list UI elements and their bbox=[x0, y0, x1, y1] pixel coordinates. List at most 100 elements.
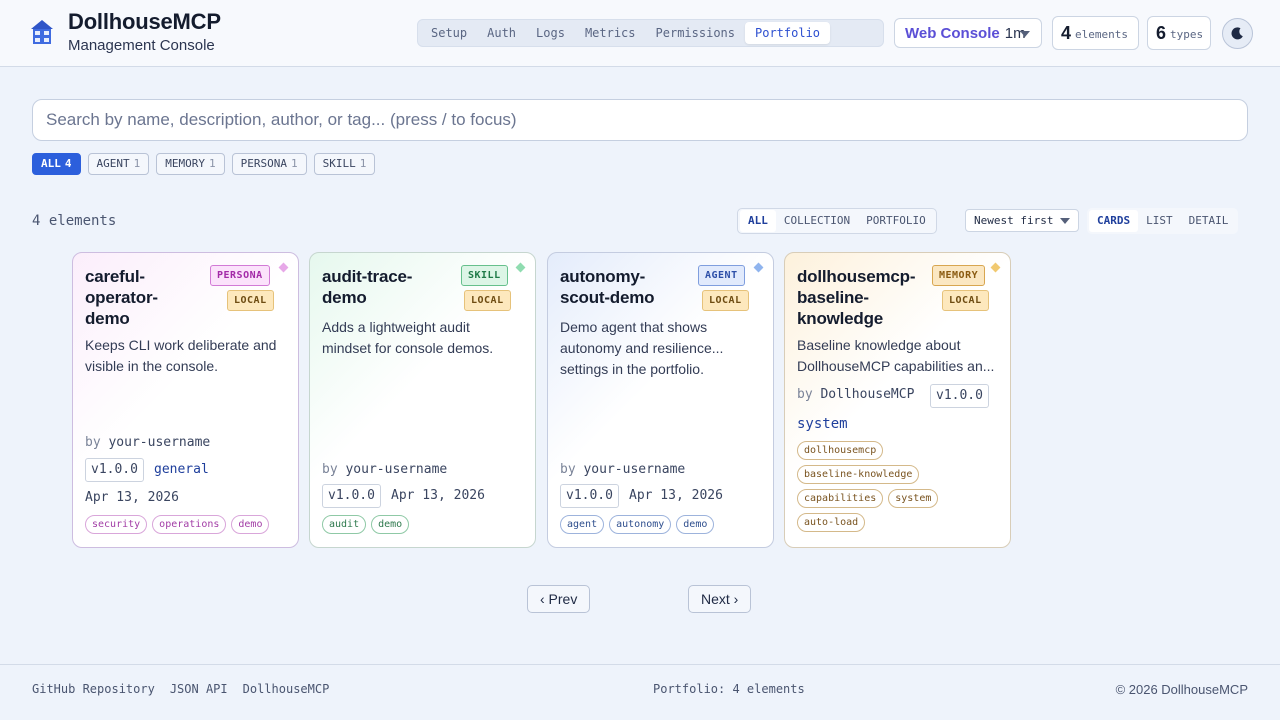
view-cards[interactable]: CARDS bbox=[1089, 210, 1139, 232]
desc-line: autonomy and resilience... bbox=[560, 340, 724, 356]
card-tags: audit demo bbox=[322, 515, 410, 534]
version-badge: v1.0.0 bbox=[560, 484, 619, 508]
tag[interactable]: demo bbox=[231, 515, 270, 534]
tag[interactable]: agent bbox=[560, 515, 605, 534]
author-name: your-username bbox=[108, 435, 211, 450]
source-portfolio[interactable]: PORTFOLIO bbox=[858, 210, 934, 232]
tag[interactable]: demo bbox=[371, 515, 410, 534]
desc-line: settings in the portfolio. bbox=[560, 361, 704, 377]
view-detail[interactable]: DETAIL bbox=[1181, 210, 1237, 232]
author-prefix: by bbox=[322, 462, 338, 477]
author-name: your-username bbox=[345, 462, 448, 477]
element-card[interactable]: dollhousemcp- baseline- knowledge MEMORY… bbox=[784, 252, 1011, 548]
filter-skill[interactable]: SKILL 1 bbox=[313, 153, 376, 175]
tag[interactable]: auto-load bbox=[797, 513, 866, 532]
tag[interactable]: baseline-knowledge bbox=[797, 465, 920, 484]
sort-select[interactable]: Newest first bbox=[965, 209, 1079, 232]
source-all[interactable]: ALL bbox=[740, 210, 776, 232]
type-badge: AGENT bbox=[698, 265, 745, 286]
chevron-down-icon bbox=[1060, 218, 1070, 224]
filter-agent[interactable]: AGENT 1 bbox=[87, 153, 150, 175]
tag[interactable]: system bbox=[888, 489, 939, 508]
tag[interactable]: security bbox=[85, 515, 148, 534]
footer-link-json-api[interactable]: JSON API bbox=[170, 682, 228, 696]
result-count: 4 elements bbox=[32, 213, 117, 229]
card-title-line: dollhousemcp- bbox=[797, 267, 916, 286]
type-dot-icon bbox=[990, 262, 1001, 273]
footer-link-dollhousemcp[interactable]: DollhouseMCP bbox=[243, 682, 330, 696]
tab-auth[interactable]: Auth bbox=[477, 22, 526, 44]
filter-count: 1 bbox=[133, 157, 141, 170]
footer: GitHub Repository JSON API DollhouseMCP … bbox=[0, 664, 1280, 720]
theme-toggle-button[interactable] bbox=[1222, 18, 1253, 49]
chevron-down-icon bbox=[1020, 31, 1030, 37]
filter-all[interactable]: ALL 4 bbox=[32, 153, 81, 175]
console-name: Web Console bbox=[905, 24, 1000, 42]
card-author: by your-username bbox=[85, 435, 210, 450]
card-author: by your-username bbox=[322, 462, 447, 477]
card-tags: security operations demo bbox=[85, 515, 270, 534]
dollhouse-logo-icon bbox=[31, 20, 53, 44]
view-toggle: CARDS LIST DETAIL bbox=[1087, 208, 1239, 234]
card-title-line: scout-demo bbox=[560, 288, 655, 307]
author-prefix: by bbox=[85, 435, 101, 450]
sort-value: Newest first bbox=[974, 214, 1054, 227]
version-badge: v1.0.0 bbox=[930, 384, 989, 408]
card-title: autonomy- scout-demo bbox=[560, 266, 678, 308]
version-badge: v1.0.0 bbox=[322, 484, 381, 508]
card-tags: agent autonomy demo bbox=[560, 515, 715, 534]
filter-count: 1 bbox=[290, 157, 298, 170]
type-badge: PERSONA bbox=[210, 265, 270, 286]
element-card[interactable]: careful- operator- demo PERSONA LOCAL Ke… bbox=[72, 252, 299, 548]
next-page-button[interactable]: Next › bbox=[688, 585, 752, 613]
element-card[interactable]: autonomy- scout-demo AGENT LOCAL Demo ag… bbox=[547, 252, 774, 548]
source-badge: LOCAL bbox=[942, 290, 989, 311]
card-tags: dollhousemcp baseline-knowledge capabili… bbox=[797, 441, 1002, 532]
card-title-line: autonomy- bbox=[560, 267, 646, 286]
tab-setup[interactable]: Setup bbox=[421, 22, 477, 44]
filter-memory[interactable]: MEMORY 1 bbox=[156, 153, 225, 175]
tab-permissions[interactable]: Permissions bbox=[646, 22, 745, 44]
tab-metrics[interactable]: Metrics bbox=[575, 22, 646, 44]
desc-line: Adds a lightweight audit bbox=[322, 319, 470, 335]
tag[interactable]: dollhousemcp bbox=[797, 441, 884, 460]
type-badge: SKILL bbox=[461, 265, 508, 286]
card-title: audit-trace- demo bbox=[322, 266, 440, 308]
filter-count: 1 bbox=[209, 157, 216, 170]
console-select[interactable]: Web Console 1m bbox=[894, 18, 1042, 48]
card-date: Apr 13, 2026 bbox=[629, 488, 723, 503]
tag[interactable]: autonomy bbox=[609, 515, 672, 534]
tag[interactable]: operations bbox=[152, 515, 227, 534]
filter-count: 4 bbox=[64, 157, 72, 170]
search-input[interactable] bbox=[32, 99, 1248, 141]
types-stat-label: types bbox=[1170, 28, 1204, 41]
card-title-line: knowledge bbox=[797, 309, 884, 328]
tab-logs[interactable]: Logs bbox=[526, 22, 575, 44]
element-card[interactable]: audit-trace- demo SKILL LOCAL Adds a lig… bbox=[309, 252, 536, 548]
source-collection[interactable]: COLLECTION bbox=[776, 210, 858, 232]
tag[interactable]: demo bbox=[676, 515, 715, 534]
tab-portfolio[interactable]: Portfolio bbox=[745, 22, 831, 44]
view-list[interactable]: LIST bbox=[1138, 210, 1181, 232]
nav-tabs: Setup Auth Logs Metrics Permissions Port… bbox=[417, 19, 884, 47]
card-description: Demo agent that shows autonomy and resil… bbox=[560, 317, 765, 380]
filter-label: MEMORY bbox=[165, 157, 205, 170]
version-badge: v1.0.0 bbox=[85, 458, 144, 482]
filter-persona[interactable]: PERSONA 1 bbox=[231, 153, 307, 175]
source-badge: LOCAL bbox=[702, 290, 749, 311]
card-title-line: demo bbox=[85, 309, 130, 328]
tag[interactable]: capabilities bbox=[797, 489, 884, 508]
tag[interactable]: audit bbox=[322, 515, 367, 534]
card-title-line: audit-trace- bbox=[322, 267, 413, 286]
filter-label: ALL bbox=[41, 157, 61, 170]
desc-line: mindset for console demos. bbox=[322, 340, 494, 356]
card-title: careful- operator- demo bbox=[85, 266, 203, 329]
moon-icon bbox=[1231, 27, 1243, 40]
type-badge: MEMORY bbox=[932, 265, 986, 286]
filter-label: PERSONA bbox=[240, 157, 287, 170]
author-prefix: by bbox=[560, 462, 576, 477]
footer-link-github[interactable]: GitHub Repository bbox=[32, 682, 155, 696]
prev-page-button[interactable]: ‹ Prev bbox=[527, 585, 591, 613]
app-title: DollhouseMCP bbox=[68, 9, 221, 34]
type-dot-icon bbox=[278, 262, 289, 273]
